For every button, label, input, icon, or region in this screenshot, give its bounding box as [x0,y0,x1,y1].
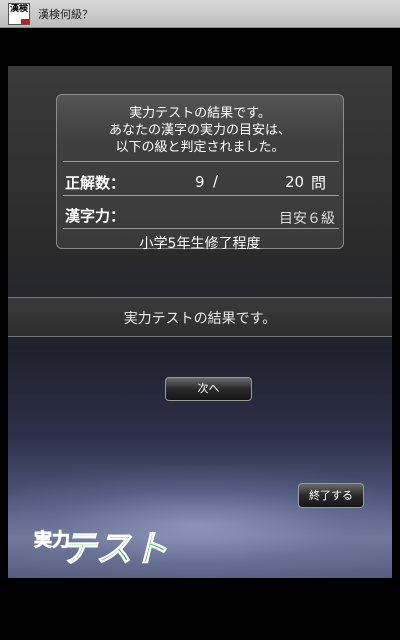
grade-level: 小学5年生修了程度 [139,236,261,252]
result-message-line-3: 以下の級と判定されました。 [115,140,285,155]
app-title: 漢検何級？ [38,8,93,21]
correct-label: 正解数： [65,174,126,192]
info-text: 実力テストの結果です。 [123,311,277,327]
count-unit: 問 [311,174,327,192]
kanji-label: 漢字力： [65,207,126,225]
result-panel: 実力テストの結果です。 あなたの漢字の実力の目安は、 以下の級と判定されました。… [56,94,344,252]
app-icon-text: 漢検 [9,4,28,14]
stamp-icon [21,19,29,24]
correct-count: 9 [195,173,205,191]
info-band: 実力テストの結果です。 [8,297,392,337]
app-icon: 漢検 [8,3,30,25]
divider [63,195,339,196]
title-bar: 漢検 漢検何級？ [0,0,400,28]
grade-value: 目安６級 [279,211,335,227]
result-message: 実力テストの結果です。 あなたの漢字の実力の目安は、 以下の級と判定されました。 [57,105,343,156]
divider [63,161,339,162]
result-message-line-2: あなたの漢字の実力の目安は、 [108,123,291,138]
total-count: 20 [285,173,305,191]
quiz-screen: 実力テストの結果です。 あなたの漢字の実力の目安は、 以下の級と判定されました。… [8,66,392,578]
divider [63,228,339,229]
result-message-line-1: 実力テストの結果です。 [129,106,271,121]
logo-text-large: テスト [60,529,168,570]
count-separator: / [213,172,219,190]
jitsuryoku-test-logo: 実力 テスト [34,528,169,570]
next-button[interactable]: 次へ [165,377,252,401]
end-button[interactable]: 終了する [298,483,364,508]
